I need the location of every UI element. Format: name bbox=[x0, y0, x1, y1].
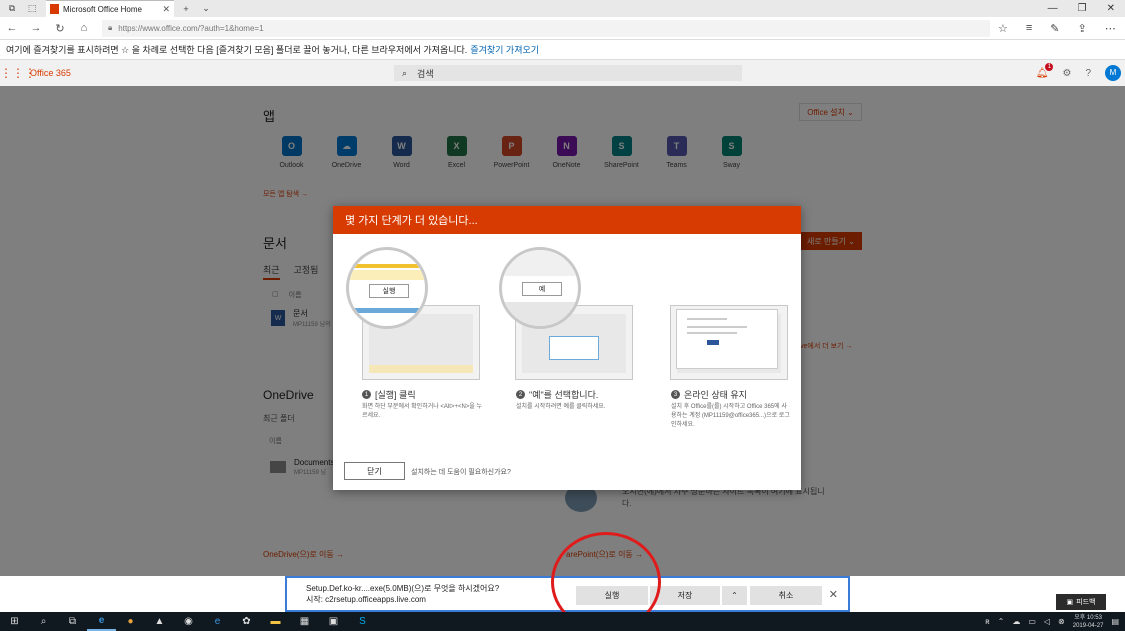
home-icon[interactable]: ⌂ bbox=[72, 22, 96, 34]
step3-office-window-image bbox=[676, 309, 778, 369]
avatar[interactable]: M bbox=[1105, 65, 1121, 81]
tab-preview-icon[interactable]: ⧉ bbox=[4, 2, 20, 16]
maximize-icon[interactable]: ❐ bbox=[1078, 3, 1087, 14]
step1-magnifier: 실행 bbox=[346, 247, 428, 329]
app-icon-1[interactable]: ▲ bbox=[145, 612, 174, 631]
step1-number: 1 bbox=[362, 390, 371, 399]
app-icon-2[interactable]: ◉ bbox=[174, 612, 203, 631]
store-icon[interactable]: ▦ bbox=[290, 612, 319, 631]
dialog-close-button[interactable]: 닫기 bbox=[344, 462, 405, 480]
internet-explorer-icon[interactable]: e bbox=[203, 612, 232, 631]
help-icon[interactable]: ? bbox=[1085, 68, 1091, 79]
feedback-icon: ▣ bbox=[1066, 599, 1074, 606]
dialog-title: 몇 가지 단계가 더 있습니다... bbox=[333, 206, 801, 234]
app-launcher-icon[interactable]: ⋮⋮⋮ bbox=[0, 66, 36, 80]
back-icon[interactable]: ← bbox=[0, 22, 24, 34]
skype-icon[interactable]: S bbox=[348, 612, 377, 631]
save-options-chevron-icon[interactable]: ⌃ bbox=[722, 586, 747, 605]
app-icon-3[interactable]: ✿ bbox=[232, 612, 261, 631]
pen-icon[interactable]: ✎ bbox=[1050, 22, 1059, 35]
search-box[interactable]: ⌕ 검색 bbox=[394, 65, 742, 81]
step1-title: 1 [실행] 클릭 bbox=[362, 388, 416, 401]
notification-count: 1 bbox=[1045, 62, 1054, 71]
taskbar-search-icon[interactable]: ⌕ bbox=[29, 612, 58, 631]
step2-number: 2 bbox=[516, 390, 525, 399]
windows-taskbar: ⊞ ⌕ ⧉ e ● ▲ ◉ e ✿ ▬ ▦ ▣ S ʀ ⌃ ☁ ▭ ◁ ⊗ 오후… bbox=[0, 612, 1125, 631]
office-header: ⋮⋮⋮ Office 365 ⌕ 검색 🔔︎ 1 ⚙ ? M bbox=[0, 60, 1125, 86]
file-explorer-icon[interactable]: ▬ bbox=[261, 612, 290, 631]
people-icon[interactable]: ʀ bbox=[985, 617, 989, 626]
dialog-help-text: 설치하는 데 도움이 필요하신가요? bbox=[411, 469, 511, 476]
browser-tab-bar: ⧉ ⬚ Microsoft Office Home ✕ + ⌄ — ❐ ✕ bbox=[0, 0, 1125, 17]
download-message: Setup.Def.ko-kr....exe(5.0MB)(으)로 무엇을 하시… bbox=[306, 583, 556, 605]
feedback-label: 피드백 bbox=[1076, 599, 1096, 606]
tray-chevron-icon[interactable]: ⌃ bbox=[998, 617, 1005, 626]
settings-gear-icon[interactable]: ⚙ bbox=[1062, 68, 1071, 79]
lock-icon: 🔒︎ bbox=[108, 23, 113, 32]
office-brand[interactable]: Office 365 bbox=[30, 68, 71, 78]
share-icon[interactable]: ⇪ bbox=[1078, 22, 1087, 35]
close-window-icon[interactable]: ✕ bbox=[1107, 3, 1115, 14]
close-download-bar-icon[interactable]: ✕ bbox=[829, 588, 838, 601]
step2-title-text: "예"를 선택합니다. bbox=[529, 390, 599, 400]
address-bar: ← → ↻ ⌂ 🔒︎ https://www.office.com/?auth=… bbox=[0, 17, 1125, 40]
download-source: 시작: c2rsetup.officeapps.live.com bbox=[306, 595, 426, 604]
clock-time: 오후 10:53 bbox=[1074, 614, 1102, 621]
volume-icon[interactable]: ◁ bbox=[1044, 617, 1050, 626]
step1-description: 화면 하단 부분에서 확인하거나 <Alt>+<N>을 누르세요. bbox=[362, 404, 482, 419]
import-favorites-link[interactable]: 즐겨찾기 가져오기 bbox=[470, 43, 539, 56]
browser-tab-office[interactable]: Microsoft Office Home ✕ bbox=[46, 0, 174, 17]
system-tray: ʀ ⌃ ☁ ▭ ◁ ⊗ 오후 10:53 2019-04-27 ▤ bbox=[985, 614, 1125, 630]
tab-list-chevron-icon[interactable]: ⌄ bbox=[198, 2, 214, 16]
start-windows-icon[interactable]: ⊞ bbox=[0, 612, 29, 631]
favorites-message: 여기에 즐겨찾기를 표시하려면 ☆ 을 차례로 선택한 다음 [즐겨찾기 모음]… bbox=[6, 45, 468, 55]
app-icon-4[interactable]: ▣ bbox=[319, 612, 348, 631]
set-aside-tabs-icon[interactable]: ⬚ bbox=[24, 2, 40, 16]
step1-title-text: [실행] 클릭 bbox=[375, 390, 416, 400]
clock-date: 2019-04-27 bbox=[1072, 622, 1104, 629]
clock[interactable]: 오후 10:53 2019-04-27 bbox=[1073, 614, 1104, 630]
step3-number: 3 bbox=[671, 390, 680, 399]
office-favicon-icon bbox=[50, 4, 59, 14]
onedrive-tray-icon[interactable]: ☁ bbox=[1012, 617, 1020, 626]
step2-magnifier: 예 bbox=[499, 247, 581, 329]
cancel-button[interactable]: 취소 bbox=[750, 586, 822, 605]
forward-icon[interactable]: → bbox=[24, 22, 48, 34]
refresh-icon[interactable]: ↻ bbox=[48, 22, 72, 35]
url-field[interactable]: 🔒︎ https://www.office.com/?auth=1&home=1 bbox=[102, 19, 990, 37]
favorites-bar: 여기에 즐겨찾기를 표시하려면 ☆ 을 차례로 선택한 다음 [즐겨찾기 모음]… bbox=[0, 40, 1125, 60]
new-tab-icon[interactable]: + bbox=[178, 2, 194, 16]
search-placeholder: 검색 bbox=[417, 68, 434, 79]
tab-title: Microsoft Office Home bbox=[63, 4, 142, 14]
edge-browser-icon[interactable]: e bbox=[87, 612, 116, 631]
close-tab-icon[interactable]: ✕ bbox=[162, 4, 170, 15]
task-view-icon[interactable]: ⧉ bbox=[58, 612, 87, 631]
step2-description: 설치를 시작하려면 예를 클릭하세요. bbox=[516, 404, 606, 410]
input-icon[interactable]: ⊗ bbox=[1058, 617, 1065, 626]
chrome-icon[interactable]: ● bbox=[116, 612, 145, 631]
minimize-icon[interactable]: — bbox=[1048, 3, 1058, 14]
download-question: Setup.Def.ko-kr....exe(5.0MB)(으)로 무엇을 하시… bbox=[306, 584, 500, 593]
feedback-tooltip[interactable]: ▣ 피드백 bbox=[1056, 594, 1106, 610]
step3-title: 3 온라인 상태 유지 bbox=[671, 388, 747, 401]
network-icon[interactable]: ▭ bbox=[1028, 617, 1036, 626]
notification-bell-icon[interactable]: 🔔︎ 1 bbox=[1036, 62, 1054, 79]
step2-title: 2 "예"를 선택합니다. bbox=[516, 388, 598, 401]
more-menu-icon[interactable]: ⋯ bbox=[1105, 22, 1116, 35]
step2-dialog-image bbox=[549, 336, 599, 360]
favorites-hub-icon[interactable]: ≡ bbox=[1026, 22, 1032, 35]
action-center-icon[interactable]: ▤ bbox=[1111, 617, 1119, 626]
favorite-star-icon[interactable]: ☆ bbox=[998, 22, 1008, 35]
url-text: https://www.office.com/?auth=1&home=1 bbox=[118, 23, 264, 33]
search-icon: ⌕ bbox=[402, 67, 408, 78]
save-button[interactable]: 저장 bbox=[650, 586, 720, 605]
step3-title-text: 온라인 상태 유지 bbox=[684, 390, 747, 400]
step1-run-button-image: 실행 bbox=[369, 284, 409, 298]
step2-yes-button-image: 예 bbox=[522, 282, 562, 296]
step3-description: 설치 후 Office를(를) 시작하고 Office 365에 사용하는 계정… bbox=[671, 404, 790, 428]
